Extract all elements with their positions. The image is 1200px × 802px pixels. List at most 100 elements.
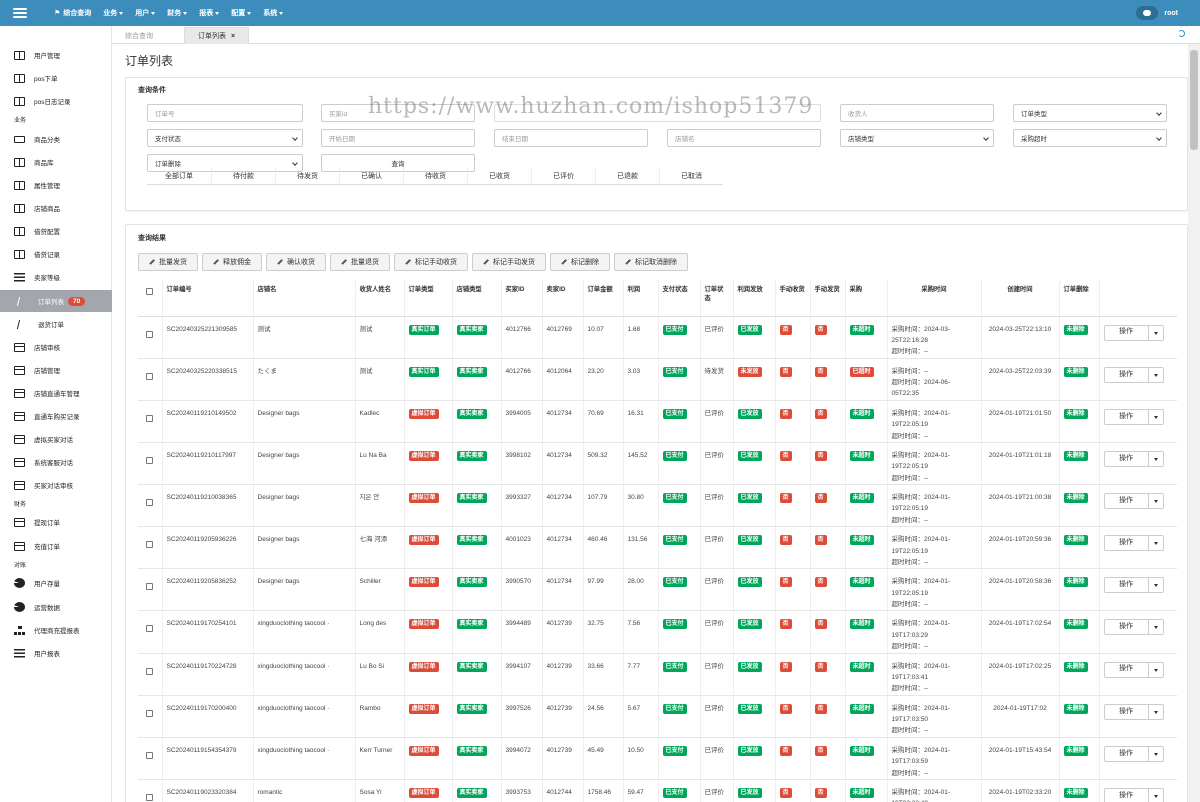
user-menu[interactable]: root: [1164, 10, 1182, 17]
nav-menu-system[interactable]: 系统: [257, 0, 289, 26]
row-checkbox[interactable]: [146, 414, 154, 422]
status-tab-pending-payment[interactable]: 待付款: [211, 168, 275, 185]
receiver-input[interactable]: 收货人: [840, 104, 994, 122]
start-date-input[interactable]: 开始日期: [321, 129, 475, 147]
sidebar-item-loan-records[interactable]: 借贷记录: [0, 245, 112, 263]
operation-button[interactable]: 操作: [1103, 661, 1149, 678]
status-tab-cancelled[interactable]: 已取消: [659, 168, 723, 185]
nav-menu-business[interactable]: 业务: [97, 0, 129, 26]
status-tab-refunded[interactable]: 已退款: [595, 168, 659, 185]
select-all-checkbox[interactable]: [146, 288, 154, 295]
order-number-input[interactable]: 订单号: [147, 104, 303, 122]
row-checkbox[interactable]: [146, 330, 154, 338]
operation-button[interactable]: 操作: [1103, 745, 1149, 762]
sidebar-item-buyer-chat-review[interactable]: 买家对话审核: [0, 476, 112, 494]
purchase-timeout-select[interactable]: 采购超时: [1013, 129, 1167, 147]
row-checkbox[interactable]: [146, 372, 154, 380]
operation-button[interactable]: 操作: [1103, 787, 1149, 802]
operation-button[interactable]: 操作: [1103, 366, 1149, 383]
sidebar-item-seller-level[interactable]: 卖家等级: [0, 268, 112, 286]
sidebar-item-user-stock[interactable]: 用户存量: [0, 574, 112, 592]
sidebar-item-attributes[interactable]: 属性管理: [0, 176, 112, 194]
bulk-return-button[interactable]: 批量退货: [330, 253, 390, 271]
refresh-icon[interactable]: [1178, 30, 1185, 37]
store-name-input[interactable]: 店铺名: [667, 129, 821, 147]
sidebar-item-user-management[interactable]: 用户管理: [0, 46, 112, 64]
sidebar-item-support-chat[interactable]: 系统客服对话: [0, 453, 112, 471]
sidebar-item-user-report[interactable]: 用户报表: [0, 644, 112, 662]
mark-manual-receipt-button[interactable]: 标记手动收货: [394, 253, 468, 271]
close-icon[interactable]: ×: [231, 33, 235, 40]
nav-menu-finance[interactable]: 财务: [161, 0, 193, 26]
page-scrollbar[interactable]: [1188, 44, 1200, 802]
nav-home[interactable]: ⚑ 综合查询: [48, 0, 97, 26]
caret-down-icon[interactable]: [1148, 661, 1164, 678]
status-tab-received[interactable]: 已收货: [467, 168, 531, 185]
operation-button[interactable]: 操作: [1103, 577, 1149, 594]
operation-button[interactable]: 操作: [1103, 324, 1149, 341]
operation-button[interactable]: 操作: [1103, 619, 1149, 636]
mark-manual-ship-button[interactable]: 标记手动发货: [472, 253, 546, 271]
sidebar-item-operations-data[interactable]: 运营数据: [0, 598, 112, 616]
caret-down-icon[interactable]: [1148, 787, 1164, 802]
order-type-select[interactable]: 订单类型: [1013, 104, 1167, 122]
caret-down-icon[interactable]: [1148, 535, 1164, 552]
status-tab-confirmed[interactable]: 已确认: [339, 168, 403, 185]
caret-down-icon[interactable]: [1148, 493, 1164, 509]
status-tab-pending-shipment[interactable]: 待发货: [275, 168, 339, 185]
tab-overview[interactable]: 综合查询: [112, 27, 166, 44]
sidebar-item-recharge-orders[interactable]: 充值订单: [0, 537, 112, 555]
sidebar-item-category[interactable]: 商品分类: [0, 130, 112, 148]
caret-down-icon[interactable]: [1148, 577, 1164, 594]
sidebar-item-store-management[interactable]: 店铺管理: [0, 361, 112, 379]
caret-down-icon[interactable]: [1148, 619, 1164, 636]
sidebar-item-store-review[interactable]: 店铺审核: [0, 338, 112, 356]
sidebar-item-return-orders[interactable]: 退货订单: [0, 315, 112, 333]
sidebar-item-agent-report[interactable]: 代理商充提报表: [0, 621, 112, 639]
row-checkbox[interactable]: [146, 793, 154, 801]
sidebar-item-store-promotion[interactable]: 店铺直通车管理: [0, 384, 112, 402]
caret-down-icon[interactable]: [1148, 408, 1164, 425]
sidebar-item-withdraw-orders[interactable]: 提现订单: [0, 513, 112, 531]
sidebar-item-pos-log[interactable]: pos日志记录: [0, 92, 112, 110]
sidebar-item-pos-order[interactable]: pos下单: [0, 69, 112, 87]
operation-button[interactable]: 操作: [1103, 493, 1149, 509]
end-date-input[interactable]: 结束日期: [494, 129, 648, 147]
row-checkbox[interactable]: [146, 667, 154, 675]
store-type-select[interactable]: 店铺类型: [840, 129, 994, 147]
scrollbar-thumb[interactable]: [1190, 50, 1198, 150]
row-checkbox[interactable]: [146, 751, 154, 759]
row-checkbox[interactable]: [146, 499, 154, 506]
sidebar-item-store-products[interactable]: 店铺商品: [0, 199, 112, 217]
release-commission-button[interactable]: 释放佣金: [202, 253, 262, 271]
row-checkbox[interactable]: [146, 456, 154, 464]
sidebar-item-virtual-buyer-chat[interactable]: 虚拟买家对话: [0, 430, 112, 448]
row-checkbox[interactable]: [146, 709, 154, 717]
operation-button[interactable]: 操作: [1103, 703, 1149, 720]
sidebar-item-loan-config[interactable]: 借贷配置: [0, 222, 112, 240]
status-tab-all[interactable]: 全部订单: [147, 168, 211, 185]
caret-down-icon[interactable]: [1148, 745, 1164, 762]
menu-toggle-icon[interactable]: [0, 0, 40, 26]
sidebar-item-product-library[interactable]: 商品库: [0, 153, 112, 171]
nav-menu-users[interactable]: 用户: [129, 0, 161, 26]
status-tab-reviewed[interactable]: 已评价: [531, 168, 595, 185]
operation-button[interactable]: 操作: [1103, 535, 1149, 552]
sidebar-item-promotion-records[interactable]: 直通车购买记录: [0, 407, 112, 425]
nav-menu-reports[interactable]: 报表: [193, 0, 225, 26]
caret-down-icon[interactable]: [1148, 324, 1164, 341]
operation-button[interactable]: 操作: [1103, 408, 1149, 425]
mark-delete-button[interactable]: 标记删除: [550, 253, 610, 271]
nav-menu-config[interactable]: 配置: [225, 0, 257, 26]
status-tab-pending-receipt[interactable]: 待收货: [403, 168, 467, 185]
pay-status-select[interactable]: 支付状态: [147, 129, 303, 147]
caret-down-icon[interactable]: [1148, 450, 1164, 467]
row-checkbox[interactable]: [146, 625, 154, 633]
caret-down-icon[interactable]: [1148, 703, 1164, 720]
confirm-receipt-button[interactable]: 确认收货: [266, 253, 326, 271]
bulk-ship-button[interactable]: 批量发货: [138, 253, 198, 271]
mark-undelete-button[interactable]: 标记取消删除: [614, 253, 688, 271]
caret-down-icon[interactable]: [1148, 366, 1164, 383]
operation-button[interactable]: 操作: [1103, 450, 1149, 467]
sidebar-item-order-list[interactable]: 订单列表 70: [0, 290, 112, 312]
